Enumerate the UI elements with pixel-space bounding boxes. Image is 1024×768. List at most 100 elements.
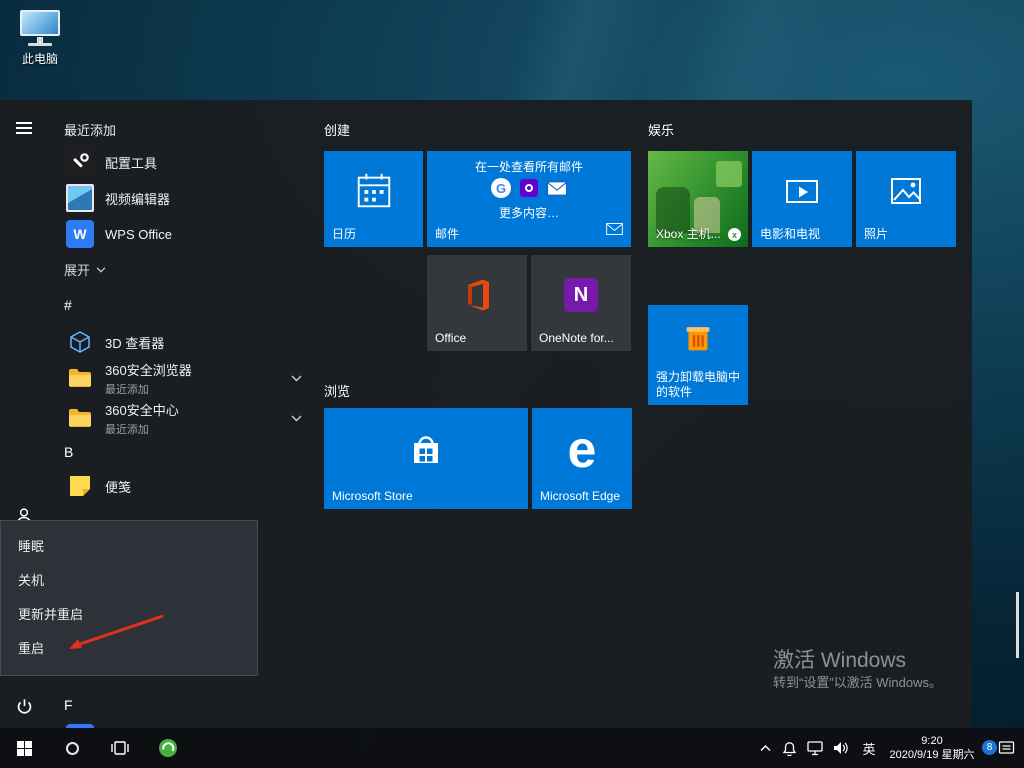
mail-provider-icon	[520, 179, 538, 197]
app-item-video-editor[interactable]: 视频编辑器	[48, 180, 306, 216]
tray-volume[interactable]	[828, 728, 854, 768]
folder-icon	[66, 364, 94, 392]
expand-label: 展开	[64, 263, 91, 278]
wrench-icon	[66, 148, 94, 176]
chevron-up-icon	[760, 744, 770, 751]
tile-uninstaller[interactable]: 强力卸载电脑中的软件	[648, 305, 748, 405]
app-item-3d-viewer[interactable]: 3D 查看器	[48, 324, 306, 360]
chevron-down-icon[interactable]	[291, 409, 302, 427]
start-menu-button[interactable]	[12, 116, 36, 140]
task-view-icon	[111, 741, 129, 755]
tile-office[interactable]: Office	[427, 255, 527, 351]
cube-icon	[66, 328, 94, 356]
this-pc-icon	[18, 8, 62, 48]
office-icon	[461, 277, 493, 313]
tile-mail[interactable]: 在一处查看所有邮件 G 更多内容… 邮件	[427, 151, 631, 247]
app-label: 视频编辑器	[105, 191, 171, 207]
tile-photos[interactable]: 照片	[856, 151, 956, 247]
360-browser-icon	[159, 739, 177, 757]
folder-sublabel: 最近添加	[105, 423, 149, 436]
tile-group-header-entertainment: 娱乐	[648, 123, 675, 138]
expand-button[interactable]: 展开	[64, 260, 106, 279]
activate-windows-subtext: 转到“设置”以激活 Windows。	[773, 675, 943, 690]
cortana-search-button[interactable]	[48, 728, 96, 768]
section-letter-label: B	[64, 444, 74, 460]
tile-label: 邮件	[435, 227, 460, 241]
chevron-down-icon[interactable]	[291, 369, 302, 387]
tile-label: 电影和电视	[760, 227, 821, 241]
taskbar: 英 9:20 2020/9/19 星期六 8	[0, 728, 1024, 768]
tile-label: Office	[435, 331, 467, 345]
tile-label: OneNote for...	[539, 331, 614, 345]
recent-added-header: 最近添加	[64, 123, 117, 138]
tile-label: 日历	[332, 227, 357, 241]
folder-label: 360安全中心	[105, 402, 179, 418]
power-menu-sleep[interactable]: 睡眠	[1, 530, 257, 564]
tile-label: 照片	[864, 227, 889, 241]
tile-microsoft-store[interactable]: Microsoft Store	[324, 408, 528, 509]
wps-office-icon: W	[66, 220, 94, 248]
app-item-partial[interactable]	[48, 720, 306, 728]
taskbar-app-360[interactable]	[144, 728, 192, 768]
tray-date: 2020/9/19 星期六	[889, 749, 975, 761]
task-view-button[interactable]	[96, 728, 144, 768]
xbox-logo-icon: x	[728, 228, 741, 241]
action-center-button[interactable]: 8	[980, 728, 1022, 768]
section-letter-hash[interactable]: #	[64, 297, 72, 313]
tile-microsoft-edge[interactable]: e Microsoft Edge	[532, 408, 632, 509]
tile-xbox[interactable]: Xbox 主机... x	[648, 151, 748, 247]
tile-group-header-browse: 浏览	[324, 384, 351, 399]
power-menu-shutdown[interactable]: 关机	[1, 564, 257, 598]
tile-movies-tv[interactable]: 电影和电视	[752, 151, 852, 247]
app-item-config-tool[interactable]: 配置工具	[48, 144, 306, 180]
start-button[interactable]	[0, 728, 48, 768]
section-letter-b[interactable]: B	[64, 444, 73, 460]
tray-notification-bell[interactable]	[776, 728, 802, 768]
hamburger-icon	[16, 122, 32, 134]
app-label: 3D 查看器	[105, 335, 165, 351]
app-folder-360-browser[interactable]: 360安全浏览器 最近添加	[48, 356, 306, 400]
power-button[interactable]	[12, 694, 36, 718]
activate-windows-watermark: 激活 Windows	[773, 649, 907, 672]
cortana-icon	[65, 741, 79, 755]
photos-icon	[886, 171, 926, 211]
tile-onenote[interactable]: N OneNote for...	[531, 255, 631, 351]
action-center-icon	[998, 741, 1014, 754]
tile-label: Xbox 主机...	[656, 227, 721, 241]
envelope-icon	[606, 222, 623, 240]
mail-more-text: 更多内容…	[498, 206, 559, 220]
onenote-icon: N	[564, 278, 598, 313]
ethernet-network-icon	[807, 740, 823, 755]
tray-time: 9:20	[921, 735, 943, 747]
app-label: 配置工具	[105, 155, 158, 171]
app-folder-360-center[interactable]: 360安全中心 最近添加	[48, 396, 306, 440]
app-label: WPS Office	[105, 226, 172, 242]
scrollbar-thumb[interactable]	[1016, 592, 1019, 658]
tile-label: Microsoft Store	[332, 489, 413, 503]
ime-label: 英	[862, 741, 876, 757]
calendar-icon	[353, 170, 395, 212]
outlook-envelope-icon	[547, 180, 567, 196]
folder-sublabel: 最近添加	[105, 383, 149, 396]
xbox-art	[716, 161, 742, 187]
section-letter-f[interactable]: F	[64, 697, 73, 713]
tray-network[interactable]	[802, 728, 828, 768]
tile-group-header-create: 创建	[324, 123, 351, 138]
app-label: 便笺	[105, 479, 132, 495]
edge-icon: e	[567, 421, 597, 480]
annotation-arrow	[69, 614, 164, 649]
desktop-icon-this-pc[interactable]: 此电脑	[10, 8, 70, 67]
sticky-note-icon	[66, 472, 94, 500]
tile-calendar[interactable]: 日历	[324, 151, 423, 247]
app-item-sticky-notes[interactable]: 便笺	[48, 468, 306, 504]
tray-show-hidden-icons[interactable]	[754, 728, 776, 768]
power-icon	[17, 698, 31, 714]
taskbar-clock[interactable]: 9:20 2020/9/19 星期六	[884, 728, 980, 768]
speaker-icon	[834, 742, 848, 754]
chevron-down-icon	[96, 266, 106, 273]
folder-label: 360安全浏览器	[105, 362, 192, 378]
app-item-wps-office[interactable]: W WPS Office	[48, 216, 306, 252]
movies-tv-icon	[782, 171, 822, 211]
bell-icon	[782, 742, 796, 756]
tray-ime-indicator[interactable]: 英	[854, 728, 884, 768]
